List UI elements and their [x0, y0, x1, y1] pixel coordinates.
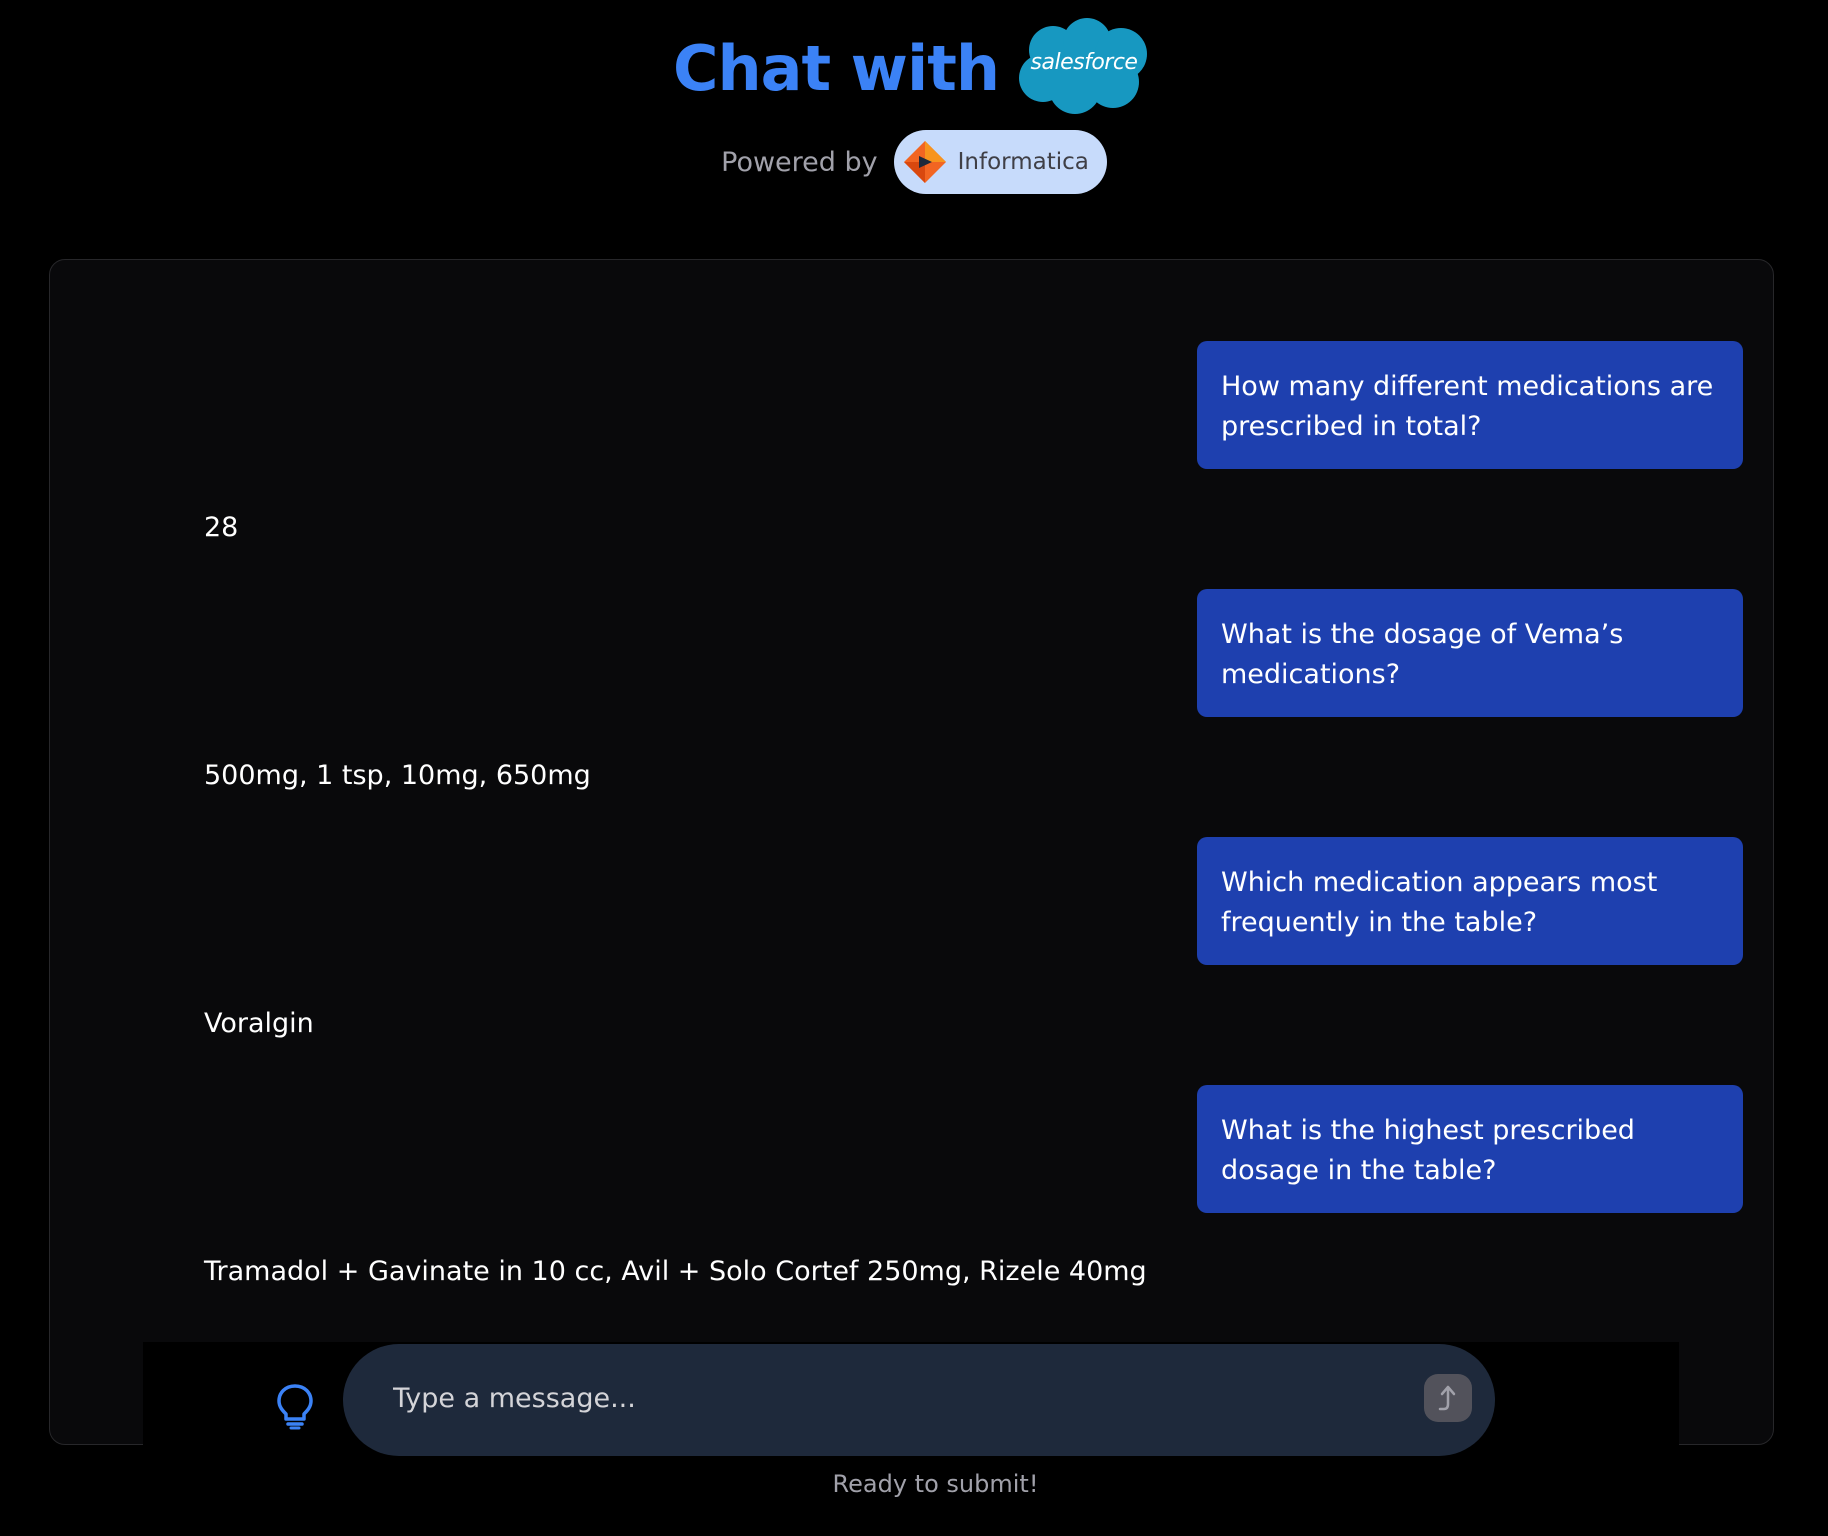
lightbulb-icon[interactable]	[275, 1382, 315, 1430]
powered-by-label: Powered by	[721, 146, 878, 178]
status-text: Ready to submit!	[832, 1470, 1039, 1498]
user-message: How many different medications are presc…	[1197, 341, 1743, 469]
assistant-message: 28	[204, 512, 239, 543]
assistant-message: Voralgin	[204, 1008, 314, 1039]
app-root: Chat with salesforce Powered by Informat…	[0, 0, 1828, 1536]
lightbulb-icon-svg	[277, 1384, 313, 1430]
assistant-message: Tramadol + Gavinate in 10 cc, Avil + Sol…	[204, 1256, 1147, 1287]
salesforce-logo: salesforce	[1013, 18, 1155, 118]
salesforce-logo-text: salesforce	[1030, 50, 1138, 75]
chat-panel[interactable]: How many different medications are presc…	[49, 259, 1774, 1445]
composer	[143, 1342, 1679, 1456]
user-message: Which medication appears most frequently…	[1197, 837, 1743, 965]
user-message: What is the highest prescribed dosage in…	[1197, 1085, 1743, 1213]
informatica-badge: Informatica	[893, 130, 1107, 194]
powered-by-row: Powered by Informatica	[0, 130, 1828, 194]
arrow-up-icon	[1438, 1385, 1456, 1411]
header: Chat with salesforce Powered by Informat…	[0, 0, 1828, 230]
informatica-logo-icon	[903, 141, 946, 183]
informatica-logo-text: Informatica	[957, 149, 1089, 175]
title-row: Chat with salesforce	[0, 18, 1828, 118]
assistant-message: 500mg, 1 tsp, 10mg, 650mg	[204, 760, 591, 791]
message-input[interactable]	[391, 1372, 1395, 1424]
page-title: Chat with	[672, 31, 1000, 105]
user-message: What is the dosage of Vema’s medications…	[1197, 589, 1743, 717]
message-input-container[interactable]	[343, 1344, 1495, 1456]
send-button[interactable]	[1424, 1374, 1472, 1422]
